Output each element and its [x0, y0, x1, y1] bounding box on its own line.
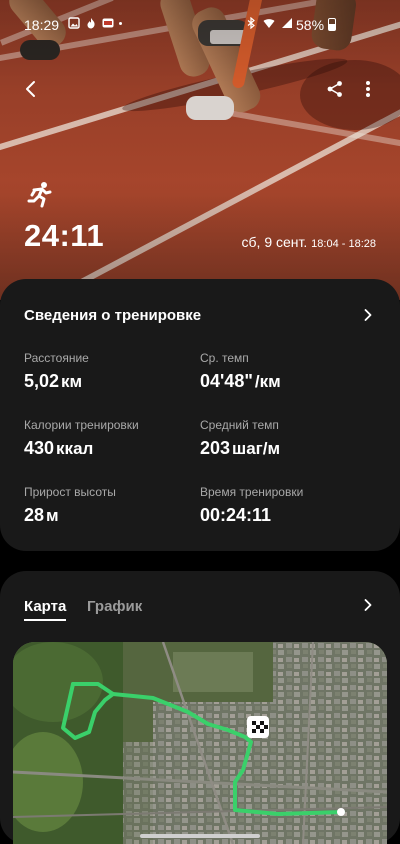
- route-map[interactable]: [13, 642, 387, 844]
- stat-calories: Калории тренировки 430 ккал: [24, 418, 194, 459]
- battery-icon: [328, 18, 336, 31]
- tab-map[interactable]: Карта: [24, 598, 67, 621]
- back-arrow-icon: [26, 81, 35, 97]
- bluetooth-icon: [247, 17, 255, 29]
- stat-value: 00:24:11: [200, 505, 272, 525]
- stat-label: Время тренировки: [200, 485, 304, 499]
- stat-elevation-gain: Прирост высоты 28 м: [24, 485, 194, 526]
- stat-value: 430 ккал: [24, 438, 94, 458]
- workout-time-range: 18:04 - 18:28: [311, 238, 376, 250]
- workout-date-text: сб, 9 сент.: [241, 234, 308, 250]
- stat-avg-cadence: Средний темп 203 шаг/м: [200, 418, 370, 459]
- wifi-icon: [263, 19, 275, 28]
- chevron-right-icon[interactable]: [362, 309, 374, 321]
- gallery-icon: [68, 17, 80, 29]
- home-indicator[interactable]: [140, 834, 260, 838]
- tab-chart[interactable]: График: [87, 598, 142, 619]
- stat-value: 28 м: [24, 505, 59, 525]
- stat-avg-pace: Ср. темп 04'48"/км: [200, 351, 370, 392]
- stat-workout-time: Время тренировки 00:24:11: [200, 485, 370, 526]
- dot-icon: [119, 21, 122, 25]
- connectivity-icons: [245, 17, 293, 29]
- finish-flag-icon: [247, 716, 269, 738]
- signal-icon: [282, 18, 292, 28]
- more-options-button[interactable]: [356, 76, 380, 102]
- stat-label: Ср. темп: [200, 351, 249, 365]
- workout-details-title[interactable]: Сведения о тренировке: [24, 307, 201, 324]
- stat-label: Калории тренировки: [24, 418, 139, 432]
- stat-label: Прирост высоты: [24, 485, 116, 499]
- stat-label: Средний темп: [200, 418, 279, 432]
- chevron-right-icon[interactable]: [362, 599, 374, 611]
- stat-value: 04'48"/км: [200, 371, 281, 391]
- workout-details-card: Сведения о тренировке Расстояние 5,02 км …: [0, 279, 400, 551]
- workout-date: сб, 9 сент. 18:04 - 18:28: [242, 234, 376, 250]
- start-point-icon: [337, 808, 345, 816]
- satellite-map: [13, 642, 387, 844]
- stat-value: 203 шаг/м: [200, 438, 281, 458]
- status-bar: 18:29 58%: [0, 0, 400, 50]
- more-options-icon: [366, 81, 370, 97]
- status-time: 18:29: [24, 17, 60, 33]
- stat-distance: Расстояние 5,02 км: [24, 351, 194, 392]
- share-button[interactable]: [322, 76, 348, 102]
- battery-percent: 58%: [296, 17, 325, 33]
- stat-label: Расстояние: [24, 351, 89, 365]
- notification-icons: [68, 17, 122, 29]
- map-card: Карта График: [0, 571, 400, 844]
- running-icon: [27, 182, 52, 208]
- share-icon: [327, 81, 342, 97]
- workout-duration: 24:11: [24, 218, 105, 253]
- back-button[interactable]: [18, 76, 44, 102]
- flame-icon: [87, 18, 95, 29]
- stat-value: 5,02 км: [24, 371, 83, 391]
- app-badge-icon: [102, 18, 114, 28]
